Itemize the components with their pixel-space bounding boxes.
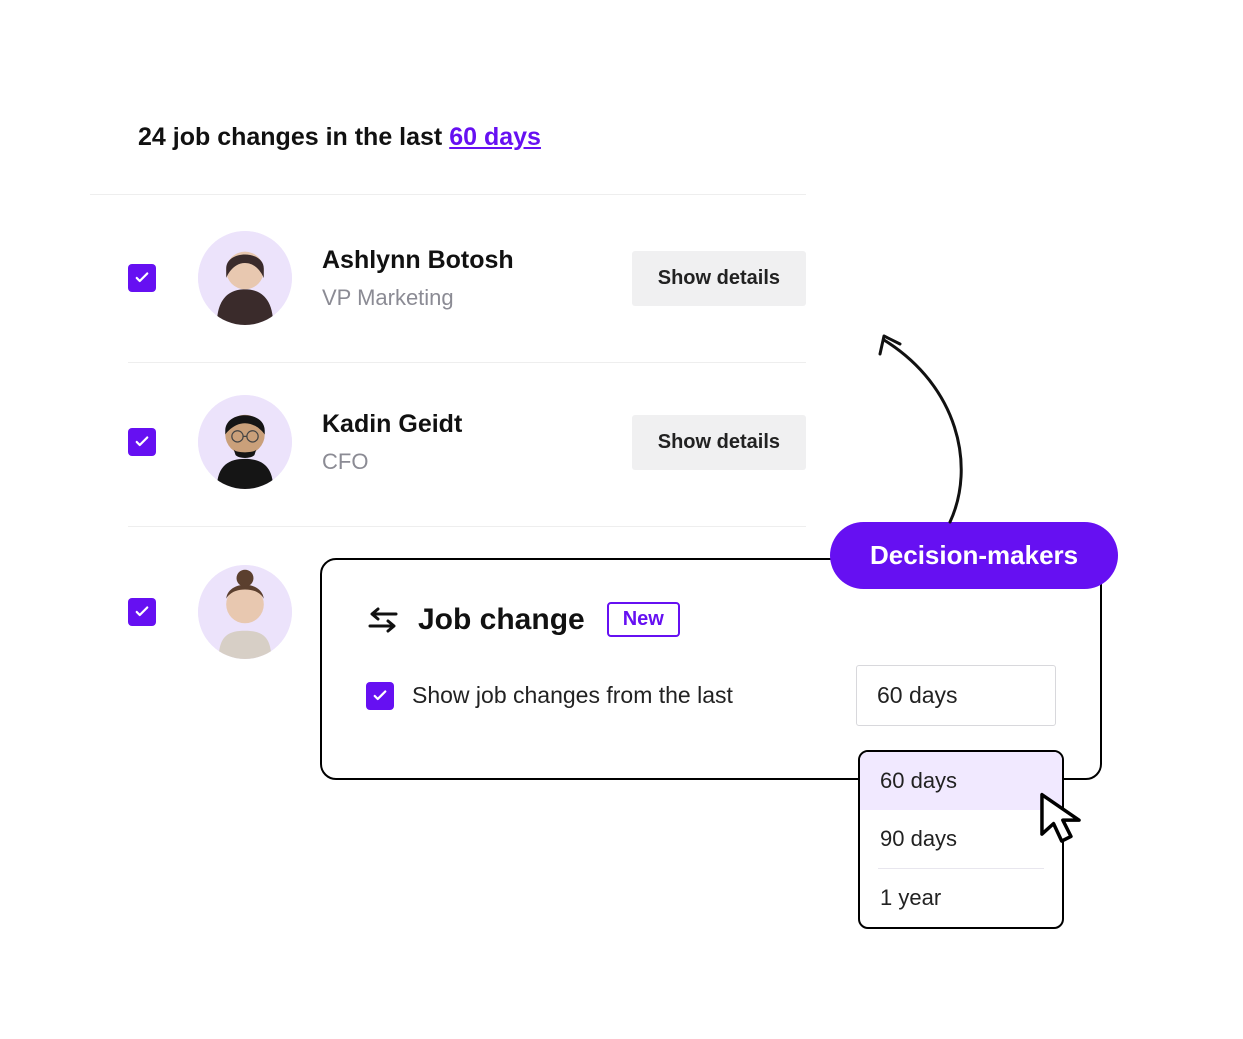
check-icon bbox=[133, 269, 151, 287]
period-link[interactable]: 60 days bbox=[449, 123, 541, 151]
show-job-changes-label: Show job changes from the last bbox=[412, 682, 856, 709]
period-option-60-days[interactable]: 60 days bbox=[860, 752, 1062, 810]
person-title: CFO bbox=[322, 449, 632, 475]
period-option-90-days[interactable]: 90 days bbox=[860, 810, 1062, 868]
divider bbox=[128, 526, 806, 527]
select-checkbox[interactable] bbox=[128, 598, 156, 626]
check-icon bbox=[133, 603, 151, 621]
panel-row: Show job changes from the last 60 days bbox=[366, 665, 1056, 726]
new-badge: New bbox=[607, 602, 680, 637]
cursor-icon bbox=[1035, 790, 1093, 848]
job-changes-heading: 24 job changes in the last 60 days bbox=[138, 123, 541, 152]
annotation-arrow-icon bbox=[870, 326, 990, 526]
decision-makers-pill[interactable]: Decision-makers bbox=[830, 522, 1118, 589]
job-changes-text: job changes in the last bbox=[173, 123, 443, 151]
person-name: Ashlynn Botosh bbox=[322, 246, 632, 275]
divider bbox=[90, 194, 806, 195]
period-select[interactable]: 60 days bbox=[856, 665, 1056, 726]
person-row: Ashlynn Botosh VP Marketing Show details bbox=[128, 214, 806, 342]
person-text: Kadin Geidt CFO bbox=[322, 410, 632, 475]
select-checkbox[interactable] bbox=[128, 428, 156, 456]
check-icon bbox=[371, 687, 389, 705]
check-icon bbox=[133, 433, 151, 451]
swap-icon bbox=[366, 605, 400, 635]
job-changes-count: 24 bbox=[138, 123, 166, 151]
person-row: Kadin Geidt CFO Show details bbox=[128, 378, 806, 506]
person-name: Kadin Geidt bbox=[322, 410, 632, 439]
person-text: Ashlynn Botosh VP Marketing bbox=[322, 246, 632, 311]
panel-title: Job change bbox=[418, 603, 585, 637]
avatar bbox=[198, 395, 292, 489]
show-details-button[interactable]: Show details bbox=[632, 415, 806, 470]
period-dropdown: 60 days 90 days 1 year bbox=[858, 750, 1064, 929]
divider bbox=[128, 362, 806, 363]
job-change-panel: Job change New Show job changes from the… bbox=[320, 558, 1102, 780]
avatar bbox=[198, 565, 292, 659]
show-job-changes-checkbox[interactable] bbox=[366, 682, 394, 710]
avatar bbox=[198, 231, 292, 325]
person-title: VP Marketing bbox=[322, 285, 632, 311]
panel-header: Job change New bbox=[366, 602, 1056, 637]
show-details-button[interactable]: Show details bbox=[632, 251, 806, 306]
select-checkbox[interactable] bbox=[128, 264, 156, 292]
period-option-1-year[interactable]: 1 year bbox=[860, 869, 1062, 927]
